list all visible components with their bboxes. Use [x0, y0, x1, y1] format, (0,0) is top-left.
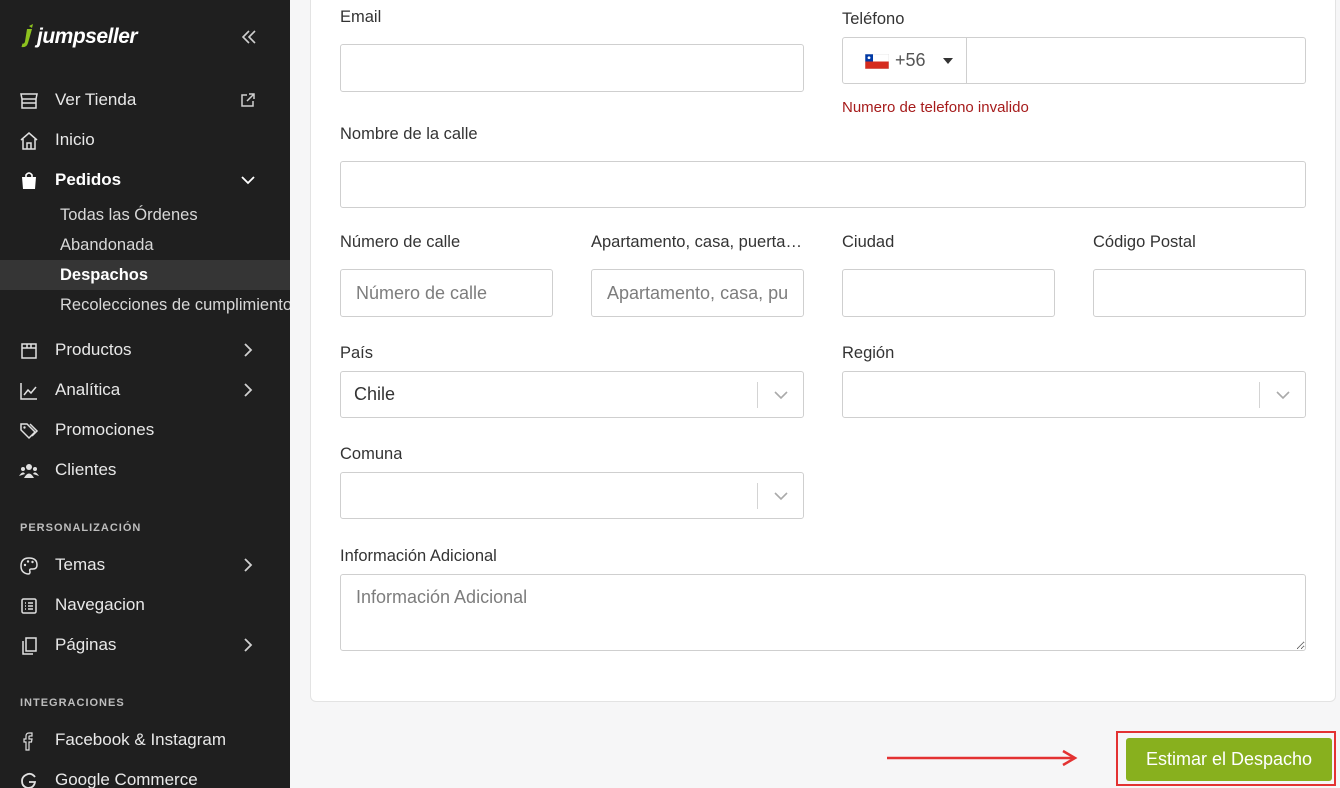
users-icon: [19, 464, 39, 478]
chevron-down-icon: [774, 492, 788, 501]
city-label: Ciudad: [842, 233, 895, 251]
additional-info-textarea[interactable]: [340, 574, 1306, 651]
sidebar-item-label: Facebook & Instagram: [55, 730, 227, 749]
street-name-input[interactable]: [340, 161, 1306, 208]
google-icon: [21, 772, 37, 788]
phone-country-code: +56: [895, 50, 926, 70]
chevron-right-icon: [244, 638, 253, 652]
country-label: País: [340, 344, 374, 362]
select-separator: [757, 483, 758, 509]
select-separator: [1259, 382, 1260, 408]
sidebar-subitem-label: Recolecciones de cumplimiento: [60, 295, 290, 314]
sidebar-item-clientes[interactable]: Clientes: [0, 452, 290, 488]
sidebar-item-google-commerce[interactable]: Google Commerce: [0, 762, 290, 788]
chevron-right-icon: [244, 383, 253, 397]
caret-down-icon: [943, 58, 953, 64]
sidebar-item-inicio[interactable]: Inicio: [0, 122, 290, 158]
sidebar-item-label: Pedidos: [55, 170, 122, 189]
apartment-input[interactable]: [591, 269, 804, 317]
jumpseller-logo-icon: [21, 24, 33, 48]
email-label: Email: [340, 8, 382, 26]
additional-info-label: Información Adicional: [340, 547, 497, 565]
sidebar-subitem-label: Despachos: [60, 265, 149, 284]
sidebar-item-label: Promociones: [55, 420, 155, 439]
email-input[interactable]: [340, 44, 804, 92]
phone-label: Teléfono: [842, 10, 905, 28]
brand-logo[interactable]: jumpseller: [20, 22, 138, 52]
select-separator: [757, 382, 758, 408]
section-heading-personalizacion: PERSONALIZACIÓN: [20, 522, 142, 534]
country-selected-value: Chile: [354, 384, 396, 404]
city-input[interactable]: [842, 269, 1055, 317]
chevron-right-icon: [244, 558, 253, 572]
chile-flag-icon: [865, 54, 889, 69]
sidebar-item-label: Temas: [55, 555, 106, 574]
sidebar-item-pedidos[interactable]: Pedidos: [0, 162, 290, 198]
phone-error-message: Numero de telefono invalido: [842, 99, 1029, 116]
arrow-right-icon: [887, 749, 1078, 767]
comuna-select[interactable]: [340, 472, 804, 519]
sidebar-item-navegacion[interactable]: Navegacion: [0, 587, 290, 623]
sidebar-item-temas[interactable]: Temas: [0, 547, 290, 583]
list-icon: [21, 598, 37, 614]
region-label: Región: [842, 344, 895, 362]
box-icon: [21, 343, 37, 359]
street-number-label: Número de calle: [340, 233, 461, 251]
tags-icon: [20, 423, 39, 440]
palette-icon: [20, 557, 38, 575]
shopping-bag-icon: [22, 172, 36, 189]
phone-input[interactable]: [969, 38, 1303, 83]
sidebar-subitem-abandonada[interactable]: Abandonada: [0, 230, 290, 260]
apartment-label: Apartamento, casa, puerta, etc.: [591, 233, 804, 251]
sidebar-subitem-despachos[interactable]: Despachos: [0, 260, 290, 290]
street-name-label: Nombre de la calle: [340, 125, 478, 143]
collapse-sidebar-icon[interactable]: [238, 26, 260, 48]
comuna-label: Comuna: [340, 445, 403, 463]
chart-line-icon: [20, 383, 37, 400]
sidebar-item-analitica[interactable]: Analítica: [0, 372, 290, 408]
chevron-right-icon: [244, 343, 253, 357]
sidebar-item-label: Ver Tienda: [55, 90, 137, 109]
sidebar-item-label: Páginas: [55, 635, 117, 654]
sidebar-subitem-label: Todas las Órdenes: [60, 205, 198, 224]
sidebar-subitem-label: Abandonada: [60, 235, 154, 254]
sidebar-subitem-recolecciones[interactable]: Recolecciones de cumplimiento: [0, 290, 290, 320]
pages-icon: [22, 637, 37, 655]
brand-name: jumpseller: [37, 25, 138, 48]
phone-field: +56: [842, 37, 1306, 84]
sidebar-item-label: Navegacion: [55, 595, 145, 614]
store-icon: [20, 93, 38, 109]
sidebar-item-productos[interactable]: Productos: [0, 332, 290, 368]
external-link-icon: [241, 93, 255, 107]
sidebar-item-promociones[interactable]: Promociones: [0, 412, 290, 448]
sidebar-item-label: Productos: [55, 340, 132, 359]
region-select[interactable]: [842, 371, 1306, 418]
sidebar-item-ver-tienda[interactable]: Ver Tienda: [0, 82, 290, 118]
sidebar-item-label: Inicio: [55, 130, 95, 149]
sidebar-item-label: Analítica: [55, 380, 121, 399]
phone-country-selector[interactable]: +56: [843, 38, 967, 83]
sidebar: jumpseller Ver Tienda Inicio Pedidos Tod…: [0, 0, 290, 788]
postal-code-label: Código Postal: [1093, 233, 1196, 251]
section-heading-integraciones: INTEGRACIONES: [20, 697, 125, 709]
estimate-shipping-button[interactable]: Estimar el Despacho: [1126, 738, 1332, 781]
street-number-input[interactable]: [340, 269, 553, 317]
sidebar-item-label: Google Commerce: [55, 770, 198, 788]
chevron-down-icon: [774, 391, 788, 400]
facebook-icon: [23, 732, 33, 751]
chevron-down-icon: [241, 176, 255, 185]
sidebar-item-paginas[interactable]: Páginas: [0, 627, 290, 663]
postal-code-input[interactable]: [1093, 269, 1306, 317]
sidebar-subitem-todas-las-ordenes[interactable]: Todas las Órdenes: [0, 200, 290, 230]
estimate-button-highlight: Estimar el Despacho: [1116, 731, 1336, 786]
country-select[interactable]: Chile: [340, 371, 804, 418]
chevron-down-icon: [1276, 391, 1290, 400]
sidebar-item-facebook-instagram[interactable]: Facebook & Instagram: [0, 722, 290, 758]
home-icon: [20, 132, 38, 150]
sidebar-item-label: Clientes: [55, 460, 117, 479]
